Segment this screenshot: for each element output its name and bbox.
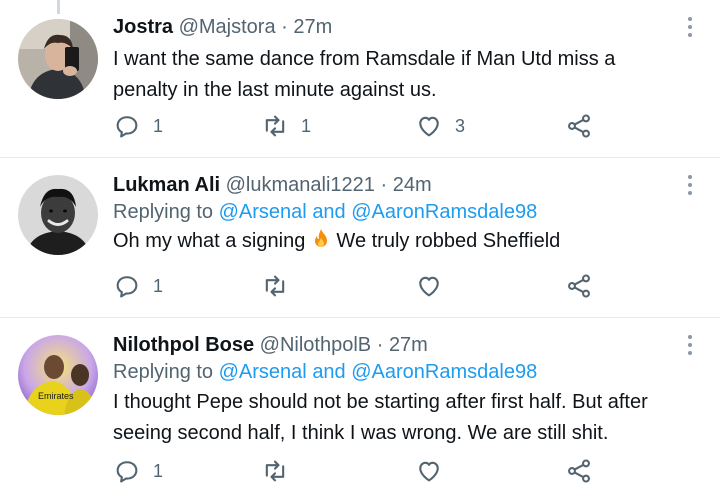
heart-icon bbox=[419, 276, 439, 297]
tweet-text-end: We truly robbed Sheffield bbox=[330, 230, 561, 252]
like-button[interactable] bbox=[415, 271, 455, 301]
share-button[interactable] bbox=[565, 111, 593, 141]
retweet-button[interactable]: 1 bbox=[261, 111, 311, 141]
timestamp[interactable]: 27m bbox=[293, 16, 332, 38]
avatar-image-jostra bbox=[18, 19, 98, 99]
retweet-icon bbox=[265, 275, 285, 297]
more-options-icon[interactable] bbox=[688, 175, 694, 195]
retweet-count: 1 bbox=[301, 115, 312, 136]
tweet-text: I want the same dance from Ramsdale if M… bbox=[113, 44, 680, 106]
avatar[interactable]: Emirates bbox=[18, 335, 98, 415]
separator-dot: · bbox=[281, 16, 288, 38]
share-button[interactable] bbox=[565, 456, 593, 486]
retweet-icon bbox=[265, 115, 285, 137]
tweet-text: I thought Pepe should not be starting af… bbox=[113, 387, 680, 449]
avatar-shirt-text: Emirates bbox=[38, 391, 74, 401]
tweet-jostra[interactable]: Jostra @Majstora · 27m I want the same d… bbox=[0, 0, 720, 157]
share-button[interactable] bbox=[565, 271, 593, 301]
tweet-text-line: seeing second half, I think I was wrong.… bbox=[113, 422, 609, 444]
avatar-image-nilothpol: Emirates bbox=[18, 335, 98, 415]
replying-to-label: Replying to bbox=[113, 361, 214, 383]
author-name[interactable]: Lukman Ali bbox=[113, 174, 220, 196]
reply-button[interactable]: 1 bbox=[113, 271, 163, 301]
mention-link[interactable]: @Arsenal bbox=[219, 361, 307, 383]
reply-icon bbox=[116, 116, 138, 138]
fire-emoji-icon bbox=[314, 229, 327, 247]
avatar[interactable] bbox=[18, 19, 98, 99]
timestamp[interactable]: 27m bbox=[389, 334, 428, 356]
tweet-text-start: Oh my what a signing bbox=[113, 230, 311, 252]
retweet-icon bbox=[265, 460, 285, 482]
author-handle[interactable]: @lukmanali1221 bbox=[226, 174, 375, 196]
reply-count: 1 bbox=[153, 115, 164, 136]
timestamp[interactable]: 24m bbox=[393, 174, 432, 196]
reply-count: 1 bbox=[153, 460, 164, 481]
tweet-text: Oh my what a signing We truly robbed She… bbox=[113, 226, 680, 257]
reply-button[interactable]: 1 bbox=[113, 111, 163, 141]
retweet-button[interactable] bbox=[261, 456, 301, 486]
mention-link[interactable]: @AaronRamsdale98 bbox=[351, 361, 537, 383]
mention-link[interactable]: @AaronRamsdale98 bbox=[351, 201, 537, 223]
like-button[interactable]: 3 bbox=[415, 111, 465, 141]
author-name[interactable]: Nilothpol Bose bbox=[113, 334, 254, 356]
share-icon bbox=[568, 274, 590, 298]
mention-link[interactable]: @Arsenal bbox=[219, 201, 307, 223]
replying-to-label: Replying to bbox=[113, 201, 214, 223]
reply-count: 1 bbox=[153, 275, 164, 296]
like-button[interactable] bbox=[415, 456, 455, 486]
more-options-icon[interactable] bbox=[688, 335, 694, 355]
share-icon bbox=[568, 459, 590, 483]
replying-to: Replying to @Arsenal and @AaronRamsdale9… bbox=[113, 359, 680, 385]
more-options-icon[interactable] bbox=[688, 17, 694, 37]
retweet-button[interactable] bbox=[261, 271, 301, 301]
reply-icon bbox=[116, 461, 138, 483]
like-count: 3 bbox=[455, 115, 466, 136]
tweet-actions: 1 bbox=[113, 456, 603, 486]
replying-to: Replying to @Arsenal and @AaronRamsdale9… bbox=[113, 199, 680, 225]
tweet-actions: 1 bbox=[113, 271, 603, 301]
avatar-image-lukman bbox=[18, 175, 98, 255]
author-handle[interactable]: @NilothpolB bbox=[260, 334, 371, 356]
author-name[interactable]: Jostra bbox=[113, 16, 173, 38]
tweet-actions: 1 1 3 bbox=[113, 111, 603, 141]
tweet-lukman-ali[interactable]: Lukman Ali @lukmanali1221 · 24m Replying… bbox=[0, 158, 720, 317]
share-icon bbox=[568, 114, 590, 138]
tweet-text-line: penalty in the last minute against us. bbox=[113, 79, 437, 101]
mention-and[interactable]: and bbox=[312, 201, 345, 223]
reply-icon bbox=[116, 276, 138, 298]
heart-icon bbox=[419, 461, 439, 482]
mention-and[interactable]: and bbox=[312, 361, 345, 383]
separator-dot: · bbox=[376, 334, 384, 356]
tweet-text-line: I thought Pepe should not be starting af… bbox=[113, 391, 648, 413]
tweet-text-line: I want the same dance from Ramsdale if M… bbox=[113, 48, 616, 70]
avatar[interactable] bbox=[18, 175, 98, 255]
author-handle[interactable]: @Majstora bbox=[179, 16, 276, 38]
separator-dot: · bbox=[380, 174, 388, 196]
reply-button[interactable]: 1 bbox=[113, 456, 163, 486]
heart-icon bbox=[419, 116, 439, 137]
tweet-nilothpol-bose[interactable]: Emirates Nilothpol Bose @NilothpolB · 27… bbox=[0, 318, 720, 496]
